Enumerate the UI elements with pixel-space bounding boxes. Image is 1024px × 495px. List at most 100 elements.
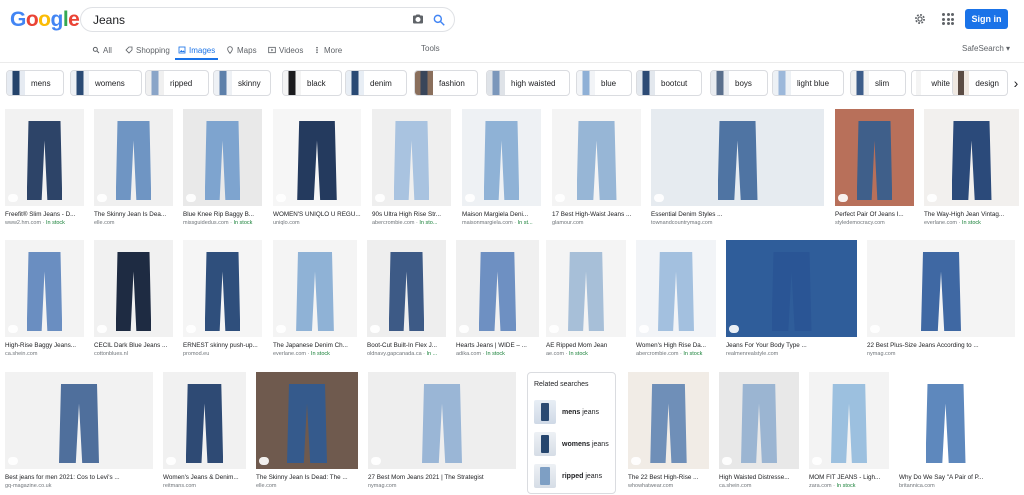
result-thumbnail[interactable]	[94, 240, 173, 337]
tab-shopping[interactable]: Shopping	[125, 44, 170, 56]
tab-more[interactable]: More	[313, 44, 342, 56]
chip-blue[interactable]: blue	[576, 70, 632, 96]
result-thumbnail[interactable]	[462, 109, 541, 206]
result-title[interactable]: Blue Knee Rip Baggy B...	[183, 211, 262, 218]
chip-denim[interactable]: denim	[345, 70, 407, 96]
result-thumbnail[interactable]	[273, 109, 361, 206]
result-title[interactable]: Freefit® Slim Jeans - D...	[5, 211, 84, 218]
result-thumbnail[interactable]	[5, 109, 84, 206]
chip-boys[interactable]: boys	[710, 70, 768, 96]
result-title[interactable]: Best jeans for men 2021: Cos to Levi's .…	[5, 474, 153, 481]
image-result[interactable]: Why Do We Say "A Pair of P... britannica.…	[899, 372, 992, 493]
tab-videos[interactable]: Videos	[268, 44, 303, 56]
tools-button[interactable]: Tools	[421, 44, 440, 53]
chip-design[interactable]: design	[952, 70, 1008, 96]
image-result[interactable]: Blue Knee Rip Baggy B... missguidedus.com…	[183, 109, 262, 230]
result-thumbnail[interactable]	[163, 372, 246, 469]
result-title[interactable]: The Skinny Jean Is Dead: The ...	[256, 474, 358, 481]
result-thumbnail[interactable]	[809, 372, 889, 469]
image-result[interactable]: 90s Ultra High Rise Str... abercrombie.co…	[372, 109, 451, 230]
result-title[interactable]: 17 Best High-Waist Jeans ...	[552, 211, 641, 218]
image-result[interactable]: Freefit® Slim Jeans - D... www2.hm.com · …	[5, 109, 84, 230]
apps-grid-icon[interactable]	[942, 13, 954, 25]
tab-maps[interactable]: Maps	[226, 44, 257, 56]
result-title[interactable]: High-Rise Baggy Jeans...	[5, 342, 84, 349]
image-result[interactable]: Boot-Cut Built-In Flex J... oldnavy.gapca…	[367, 240, 446, 361]
result-thumbnail[interactable]	[372, 109, 451, 206]
result-thumbnail[interactable]	[651, 109, 824, 206]
image-result[interactable]: High Waisted Distresse... ca.shein.com	[719, 372, 799, 493]
image-result[interactable]: 27 Best Mom Jeans 2021 | The Strategist n…	[368, 372, 516, 493]
image-result[interactable]: The Japanese Denim Ch... everlane.com · I…	[273, 240, 357, 361]
chip-ripped[interactable]: ripped	[145, 70, 209, 96]
result-thumbnail[interactable]	[368, 372, 516, 469]
result-title[interactable]: 27 Best Mom Jeans 2021 | The Strategist	[368, 474, 516, 481]
result-title[interactable]: WOMEN'S UNIQLO U REGU...	[273, 211, 361, 218]
image-result[interactable]: Maison Margiela Deni... maisonmargiela.co…	[462, 109, 541, 230]
image-result[interactable]: Women's Jeans & Denim... reitmans.com	[163, 372, 246, 493]
image-result[interactable]: Perfect Pair Of Jeans I... styledemocracy…	[835, 109, 914, 230]
result-thumbnail[interactable]	[273, 240, 357, 337]
image-result[interactable]: 22 Best Plus-Size Jeans According to ...…	[867, 240, 1015, 361]
result-thumbnail[interactable]	[5, 372, 153, 469]
result-thumbnail[interactable]	[367, 240, 446, 337]
chip-high-waisted[interactable]: high waisted	[486, 70, 570, 96]
tab-images[interactable]: Images	[178, 44, 215, 56]
result-thumbnail[interactable]	[183, 240, 262, 337]
result-title[interactable]: 22 Best Plus-Size Jeans According to ...	[867, 342, 1015, 349]
gear-icon[interactable]	[913, 12, 927, 26]
result-title[interactable]: Essential Denim Styles ...	[651, 211, 824, 218]
chip-womens[interactable]: womens	[70, 70, 142, 96]
image-result[interactable]: WOMEN'S UNIQLO U REGU... uniqlo.com	[273, 109, 361, 230]
result-title[interactable]: The Skinny Jean Is Dea...	[94, 211, 173, 218]
result-title[interactable]: Why Do We Say "A Pair of P...	[899, 474, 992, 481]
result-title[interactable]: Women's Jeans & Denim...	[163, 474, 246, 481]
related-search-item[interactable]: mens jeans	[534, 399, 614, 425]
result-thumbnail[interactable]	[256, 372, 358, 469]
related-search-item[interactable]: ripped jeans	[534, 463, 614, 489]
result-title[interactable]: High Waisted Distresse...	[719, 474, 799, 481]
result-title[interactable]: The Japanese Denim Ch...	[273, 342, 357, 349]
search-icon[interactable]	[432, 13, 446, 27]
chip-light-blue[interactable]: light blue	[772, 70, 844, 96]
result-thumbnail[interactable]	[183, 109, 262, 206]
camera-icon[interactable]	[412, 13, 424, 25]
related-search-item[interactable]: womens jeans	[534, 431, 614, 457]
result-title[interactable]: 90s Ultra High Rise Str...	[372, 211, 451, 218]
image-result[interactable]: ERNEST skinny push-up... promod.eu	[183, 240, 262, 361]
result-thumbnail[interactable]	[719, 372, 799, 469]
sign-in-button[interactable]: Sign in	[965, 9, 1008, 29]
image-result[interactable]: Women's High Rise Da... abercrombie.com ·…	[636, 240, 716, 361]
result-thumbnail[interactable]	[546, 240, 626, 337]
search-input[interactable]: Jeans	[93, 13, 125, 27]
chip-black[interactable]: black	[282, 70, 342, 96]
image-result[interactable]: Essential Denim Styles ... townandcountry…	[651, 109, 824, 230]
result-thumbnail[interactable]	[552, 109, 641, 206]
result-title[interactable]: Hearts Jeans | WIDE – ...	[456, 342, 539, 349]
result-thumbnail[interactable]	[456, 240, 539, 337]
result-thumbnail[interactable]	[867, 240, 1015, 337]
image-result[interactable]: Best jeans for men 2021: Cos to Levi's .…	[5, 372, 153, 493]
chip-mens[interactable]: mens	[6, 70, 64, 96]
chevron-right-icon[interactable]: ›	[1008, 70, 1024, 96]
chip-skinny[interactable]: skinny	[213, 70, 271, 96]
result-title[interactable]: Jeans For Your Body Type ...	[726, 342, 857, 349]
result-thumbnail[interactable]	[628, 372, 709, 469]
image-result[interactable]: 17 Best High-Waist Jeans ... glamour.com	[552, 109, 641, 230]
result-thumbnail[interactable]	[924, 109, 1019, 206]
result-title[interactable]: The Way-High Jean Vintag...	[924, 211, 1019, 218]
result-thumbnail[interactable]	[899, 372, 992, 469]
tab-all[interactable]: All	[92, 44, 112, 56]
google-logo[interactable]: Google	[10, 8, 80, 32]
result-title[interactable]: Women's High Rise Da...	[636, 342, 716, 349]
result-title[interactable]: CECIL Dark Blue Jeans ...	[94, 342, 173, 349]
result-title[interactable]: MOM FIT JEANS - Ligh...	[809, 474, 889, 481]
result-thumbnail[interactable]	[94, 109, 173, 206]
image-result[interactable]: High-Rise Baggy Jeans... ca.shein.com	[5, 240, 84, 361]
chip-slim[interactable]: slim	[850, 70, 906, 96]
search-box[interactable]: Jeans	[80, 7, 455, 32]
result-thumbnail[interactable]	[5, 240, 84, 337]
result-title[interactable]: ERNEST skinny push-up...	[183, 342, 262, 349]
image-result[interactable]: The Way-High Jean Vintag... everlane.com …	[924, 109, 1019, 230]
image-result[interactable]: AE Ripped Mom Jean ae.com · In stock	[546, 240, 626, 361]
